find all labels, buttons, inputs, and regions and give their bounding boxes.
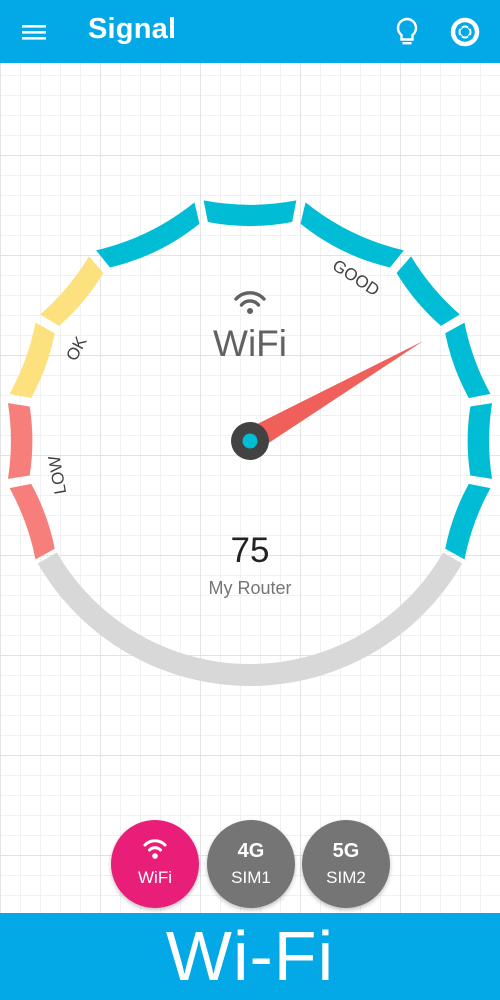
bottom-banner: Wi-Fi bbox=[0, 913, 500, 1000]
gauge-segment bbox=[7, 403, 33, 479]
connection-type-label: WiFi bbox=[213, 323, 287, 364]
gauge-segment bbox=[203, 200, 297, 227]
wifi-source-label: WiFi bbox=[138, 868, 172, 887]
gauge-segment bbox=[445, 483, 491, 560]
gauge-segment bbox=[9, 483, 55, 560]
sim1-source-button[interactable]: 4G SIM1 bbox=[207, 820, 295, 908]
wifi-icon bbox=[234, 291, 266, 314]
source-selector: WiFi 4G SIM1 5G SIM2 bbox=[0, 820, 500, 910]
hamburger-menu-icon[interactable] bbox=[14, 14, 54, 50]
gauge-segment bbox=[396, 256, 460, 326]
zone-label-ok: OK bbox=[62, 333, 91, 364]
signal-gauge: WiFi GOOD OK LOW 75 My Router bbox=[7, 200, 493, 686]
sim2-source-button[interactable]: 5G SIM2 bbox=[302, 820, 390, 908]
banner-title: Wi-Fi bbox=[165, 917, 335, 995]
sim1-network-type: 4G bbox=[237, 840, 265, 862]
gauge-segment bbox=[445, 322, 491, 399]
zone-label-low: LOW bbox=[45, 454, 70, 495]
app-bar: Signal bbox=[0, 0, 500, 63]
gauge-segment bbox=[96, 202, 200, 268]
lifebuoy-icon[interactable] bbox=[447, 14, 483, 50]
gauge-segment bbox=[467, 403, 493, 479]
gauge-segment bbox=[9, 322, 55, 399]
sim1-label: SIM1 bbox=[231, 868, 271, 887]
gauge-segment bbox=[40, 256, 104, 326]
gauge-track-empty bbox=[37, 552, 463, 686]
signal-value: 75 bbox=[231, 531, 270, 570]
wifi-icon bbox=[143, 839, 167, 859]
network-name: My Router bbox=[208, 578, 291, 598]
sim2-label: SIM2 bbox=[326, 868, 366, 887]
gauge-hub-center bbox=[242, 433, 258, 449]
sim2-network-type: 5G bbox=[332, 840, 360, 862]
lightbulb-icon[interactable] bbox=[390, 14, 424, 50]
gauge-segment bbox=[300, 202, 404, 268]
app-title: Signal bbox=[88, 13, 177, 45]
wifi-source-button[interactable]: WiFi bbox=[111, 820, 199, 908]
